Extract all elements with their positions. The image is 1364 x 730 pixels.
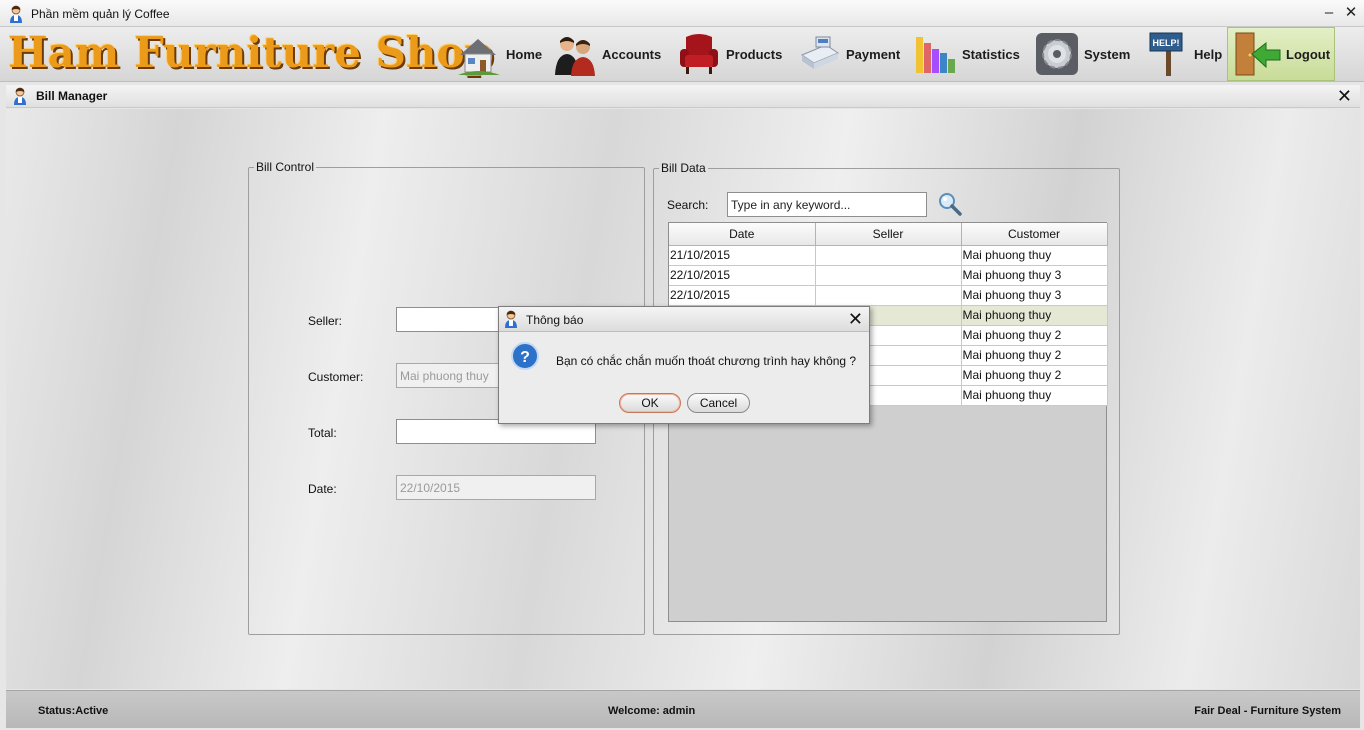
company-text: Fair Deal - Furniture System: [1194, 705, 1341, 717]
customer-label: Customer:: [308, 370, 364, 384]
total-label: Total:: [308, 426, 337, 440]
nav-home-label: Home: [506, 46, 543, 62]
window-close-button[interactable]: ✕: [1342, 3, 1360, 23]
date-field: [396, 475, 596, 500]
shop-logo: Ham Furniture Shop: [8, 28, 494, 77]
cell-customer: Mai phuong thuy 3: [961, 265, 1108, 286]
column-header-seller[interactable]: Seller: [815, 223, 962, 246]
nav-logout[interactable]: Logout: [1227, 27, 1335, 81]
svg-text:?: ?: [520, 349, 530, 366]
window-title-bar: Phần mềm quản lý Coffee – ✕: [0, 0, 1364, 27]
nav-system-label: System: [1084, 46, 1131, 62]
bill-manager-frame-bar: Bill Manager ✕: [6, 85, 1360, 108]
cash-register-icon: [800, 36, 840, 69]
table-row[interactable]: 22/10/2015 Mai phuong thuy 3: [669, 265, 1108, 286]
nav-statistics-label: Statistics: [962, 46, 1020, 62]
nav-products[interactable]: Products: [676, 27, 782, 81]
help-sign-icon: HELP!: [1149, 32, 1183, 76]
nav-system[interactable]: System: [1034, 27, 1130, 81]
welcome-text: Welcome: admin: [608, 705, 696, 717]
nav-accounts-label: Accounts: [602, 46, 662, 62]
cell-date: 22/10/2015: [669, 265, 816, 286]
nav-home[interactable]: Home: [456, 27, 542, 81]
dialog-user-icon: [505, 310, 517, 328]
table-row[interactable]: 22/10/2015 Mai phuong thuy 3: [669, 285, 1108, 306]
cancel-button[interactable]: Cancel: [687, 393, 750, 413]
people-icon: [555, 37, 595, 76]
dialog-close-button[interactable]: ✕: [848, 308, 863, 330]
nav-products-label: Products: [726, 46, 783, 62]
cell-customer: Mai phuong thuy: [961, 245, 1108, 266]
bar-chart-icon: [916, 37, 955, 73]
table-header-row: Date Seller Customer: [669, 223, 1108, 246]
search-input[interactable]: [727, 192, 927, 217]
gear-icon: [1036, 33, 1078, 75]
frame-title: Bill Manager: [36, 89, 108, 103]
seller-label: Seller:: [308, 314, 343, 328]
column-header-customer[interactable]: Customer: [961, 223, 1108, 246]
bill-control-legend: Bill Control: [256, 160, 315, 174]
ok-button[interactable]: OK: [619, 393, 681, 413]
help-sign-text: HELP!: [1153, 38, 1180, 48]
cell-date: 22/10/2015: [669, 285, 816, 306]
status-bar: Status:Active Welcome: admin Fair Deal -…: [6, 690, 1360, 728]
cell-customer: Mai phuong thuy 2: [961, 365, 1108, 386]
search-label: Search:: [667, 198, 709, 212]
cell-customer: Mai phuong thuy 2: [961, 325, 1108, 346]
logout-door-icon: [1235, 32, 1281, 76]
table-row[interactable]: 21/10/2015 Mai phuong thuy: [669, 245, 1108, 266]
column-header-date[interactable]: Date: [669, 223, 816, 246]
search-icon[interactable]: [937, 191, 963, 217]
dialog-title-bar: Thông báo ✕: [499, 307, 869, 332]
cell-customer: Mai phuong thuy 3: [961, 285, 1108, 306]
frame-close-button[interactable]: ✕: [1337, 85, 1352, 107]
date-label: Date:: [308, 482, 337, 496]
nav-help[interactable]: HELP! Help: [1146, 27, 1222, 81]
dialog-title: Thông báo: [526, 313, 584, 327]
main-toolbar: Ham Furniture Shop Home Accounts Product…: [0, 27, 1364, 82]
nav-payment-label: Payment: [846, 46, 901, 62]
window-title: Phần mềm quản lý Coffee: [31, 7, 170, 21]
cell-date: 21/10/2015: [669, 245, 816, 266]
cell-customer: Mai phuong thuy: [961, 385, 1108, 406]
bill-data-legend: Bill Data: [661, 161, 706, 175]
question-icon: ?: [511, 342, 539, 370]
armchair-icon: [680, 34, 718, 74]
cell-seller: [815, 285, 962, 306]
nav-help-label: Help: [1194, 46, 1223, 62]
nav-accounts[interactable]: Accounts: [552, 27, 661, 81]
dialog-message: Bạn có chắc chắn muốn thoát chương trình…: [556, 354, 857, 368]
cell-customer: Mai phuong thuy: [961, 305, 1108, 326]
house-icon: [458, 39, 500, 75]
cell-customer: Mai phuong thuy 2: [961, 345, 1108, 366]
cell-seller: [815, 245, 962, 266]
nav-statistics[interactable]: Statistics: [912, 27, 1020, 81]
nav-payment[interactable]: Payment: [796, 27, 900, 81]
cell-seller: [815, 265, 962, 286]
status-text: Status:Active: [38, 705, 109, 717]
nav-logout-label: Logout: [1286, 46, 1331, 62]
confirm-exit-dialog: Thông báo ✕ ? Bạn có chắc chắn muốn thoá…: [498, 306, 870, 424]
frame-user-icon: [14, 87, 26, 105]
minimize-button[interactable]: –: [1320, 3, 1338, 23]
app-user-icon: [10, 5, 22, 23]
